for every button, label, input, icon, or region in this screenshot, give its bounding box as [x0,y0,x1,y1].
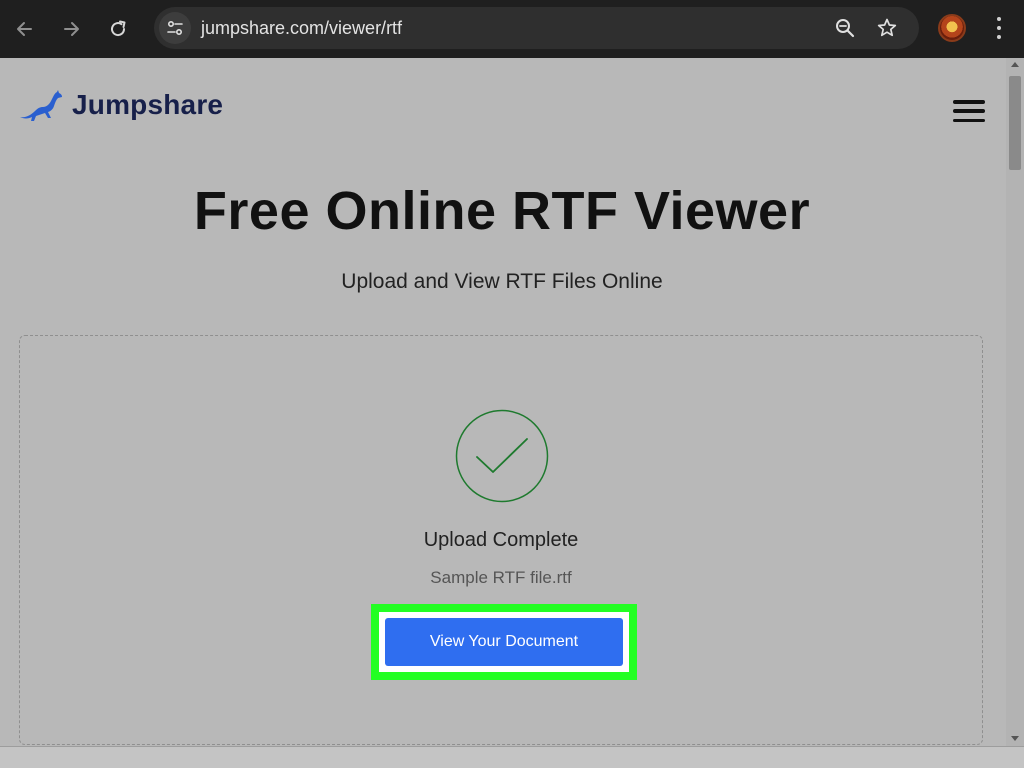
back-arrow-icon[interactable] [10,14,40,44]
browser-toolbar: jumpshare.com/viewer/rtf [0,0,1024,58]
site-logo[interactable]: Jumpshare [18,88,223,122]
hamburger-icon[interactable] [953,100,985,122]
page-title: Free Online RTF Viewer [193,181,811,241]
reload-icon[interactable] [103,14,133,44]
scroll-down-arrow-icon[interactable] [1011,736,1019,741]
upload-status: Upload Complete [423,529,579,551]
button-highlight: View Your Document [371,604,637,680]
horizontal-scrollbar [0,746,1024,768]
more-vertical-icon[interactable] [989,15,1009,41]
upload-dropzone: Upload Complete Sample RTF file.rtf View… [19,335,983,745]
scroll-up-arrow-icon[interactable] [1011,62,1019,67]
logo-text: Jumpshare [72,89,224,120]
page-viewport: Jumpshare Free Online RTF Viewer Upload … [0,58,1024,768]
zoom-icon[interactable] [834,17,856,43]
scroll-thumb[interactable] [1009,76,1021,170]
site-info-icon[interactable] [159,12,191,44]
profile-avatar[interactable] [938,14,966,42]
check-circle-icon [455,409,549,503]
forward-arrow-icon[interactable] [56,14,86,44]
address-bar[interactable]: jumpshare.com/viewer/rtf [154,7,919,49]
uploaded-file-name: Sample RTF file.rtf [430,568,572,587]
page-subtitle: Upload and View RTF Files Online [341,270,663,293]
kangaroo-icon [20,90,62,121]
view-document-button[interactable]: View Your Document [385,618,623,666]
url-text[interactable]: jumpshare.com/viewer/rtf [201,17,402,39]
bookmark-star-icon[interactable] [876,17,898,43]
vertical-scrollbar[interactable] [1006,58,1024,746]
